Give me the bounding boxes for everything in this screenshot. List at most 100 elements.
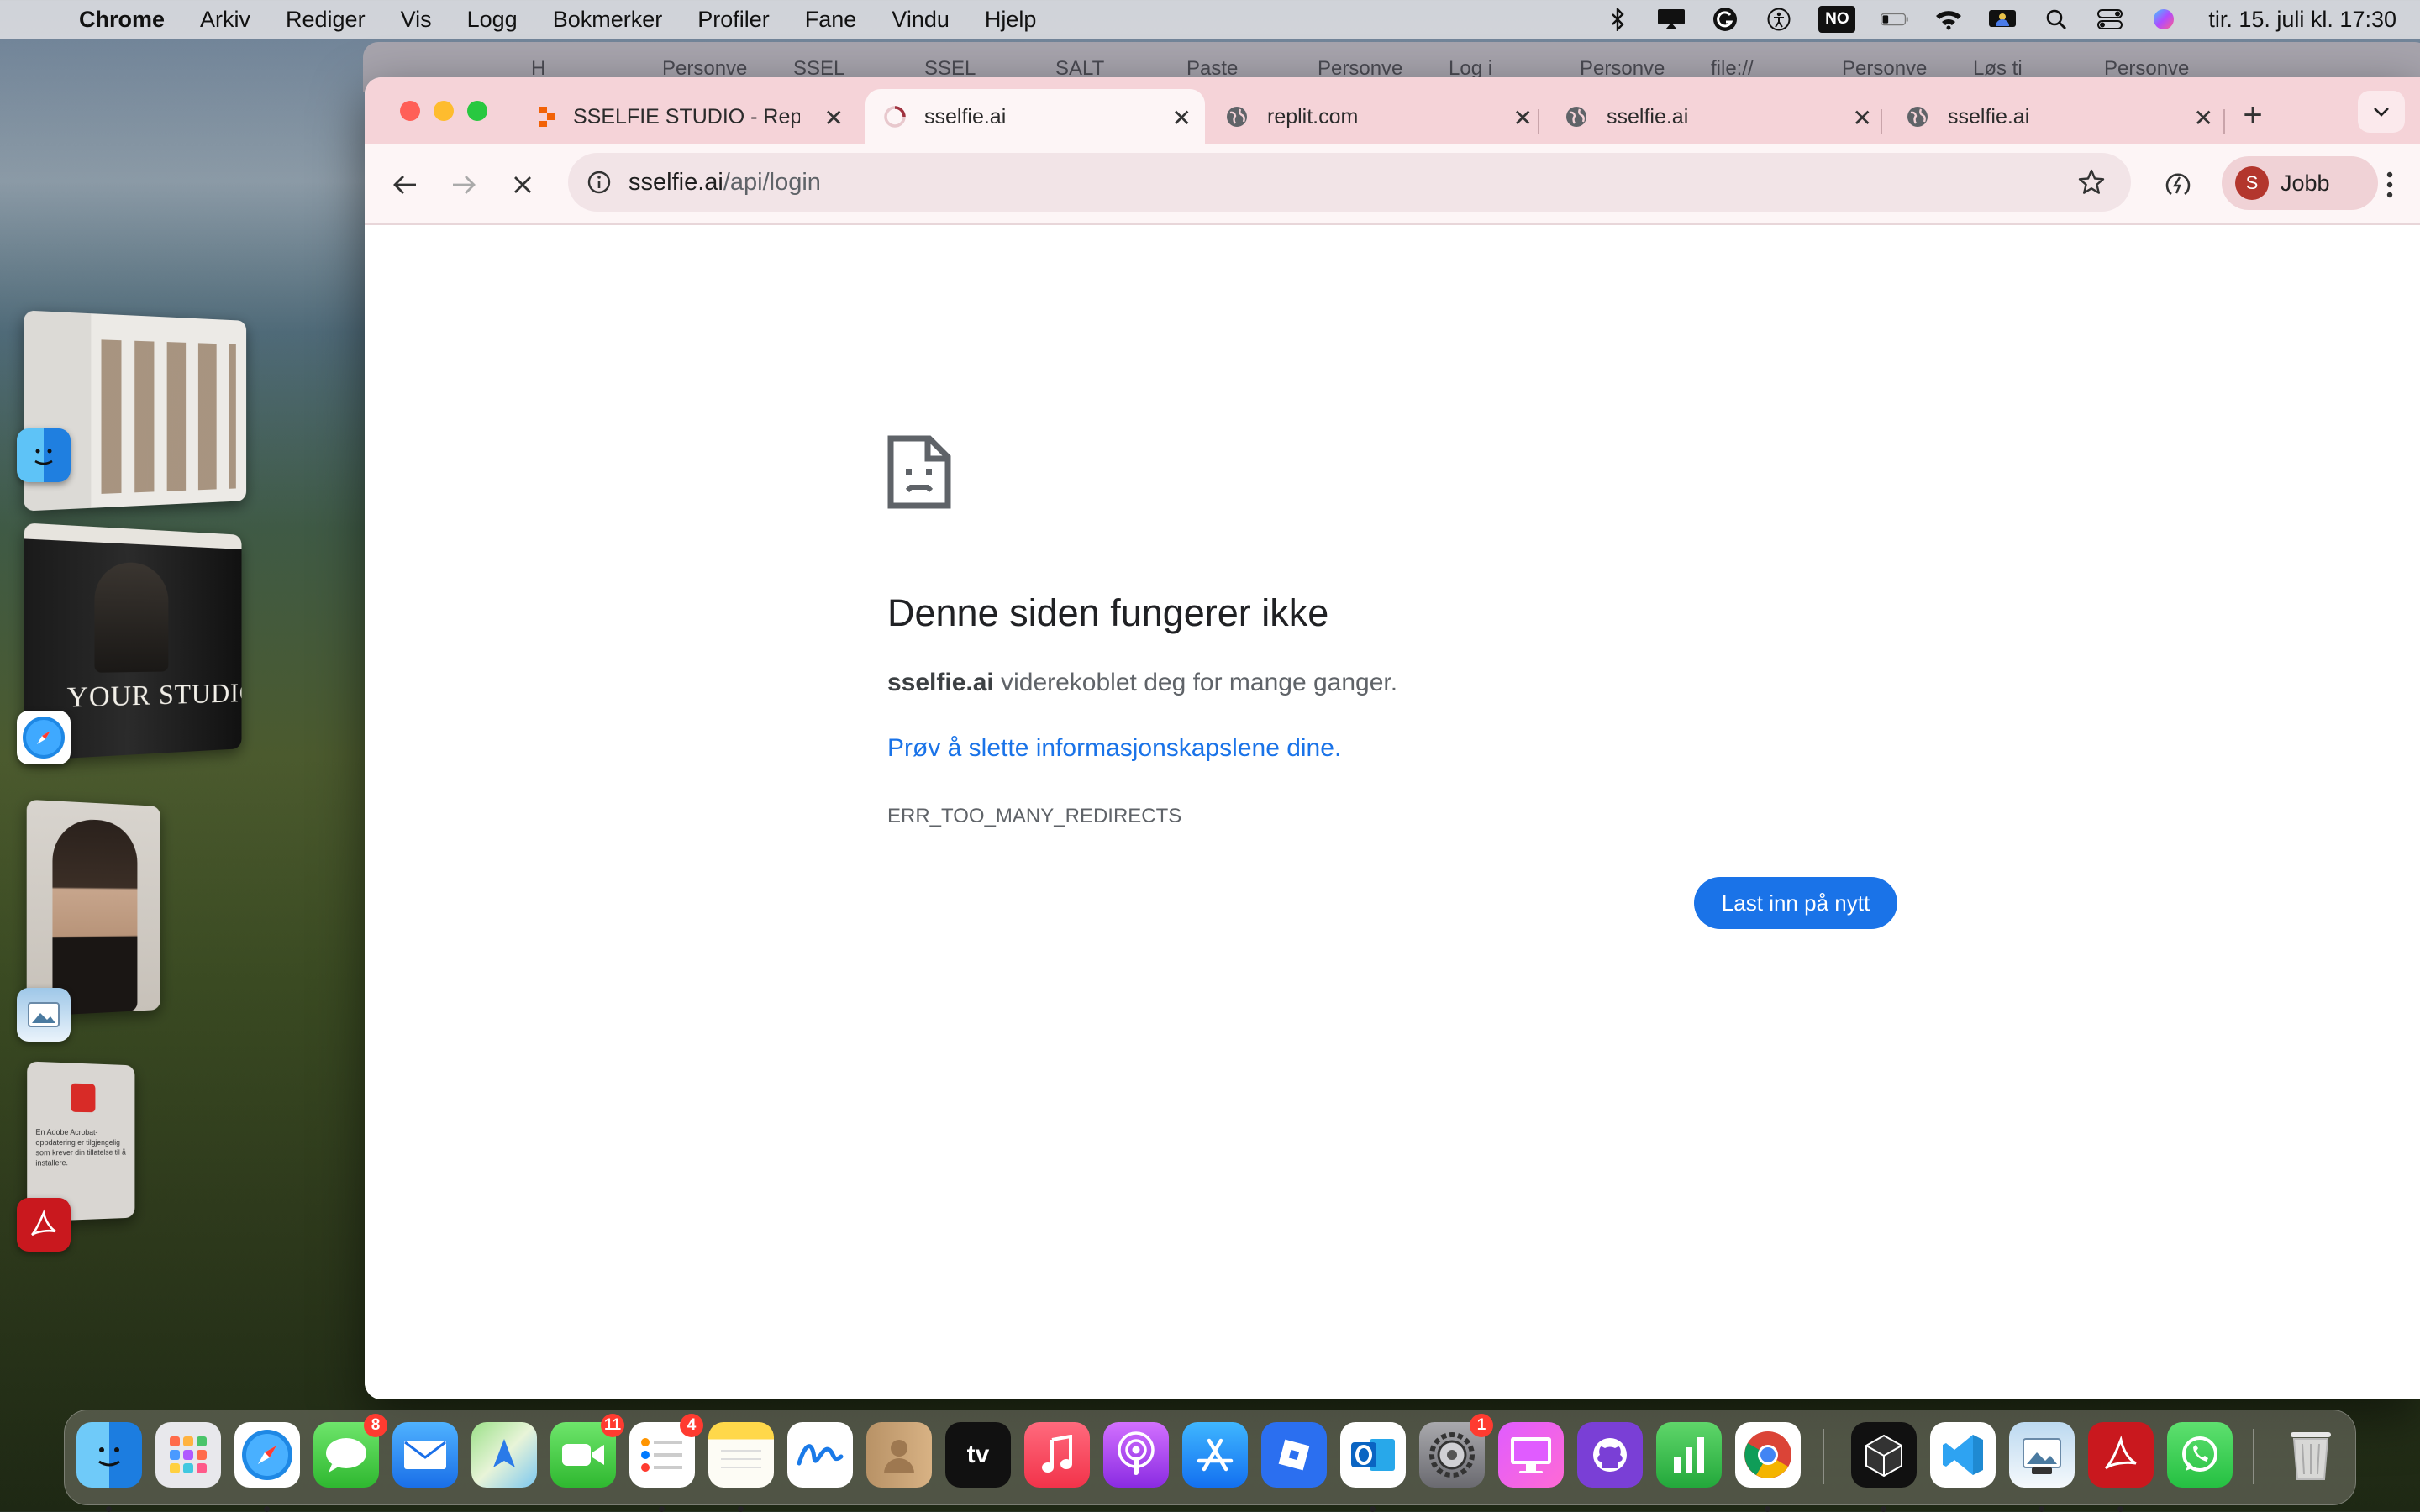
running-indicator [659, 1506, 665, 1512]
dock-whatsapp-icon[interactable] [2167, 1422, 2233, 1488]
reminders-badge: 4 [680, 1414, 703, 1437]
tab-search-chevron-icon[interactable] [2358, 91, 2405, 133]
safari-app-icon[interactable] [17, 711, 71, 764]
siri-icon[interactable] [2149, 8, 2178, 31]
tab-title: SSELFIE STUDIO - Repl [573, 104, 800, 129]
menu-profiler[interactable]: Profiler [697, 7, 770, 33]
preview-app-icon[interactable] [17, 988, 71, 1042]
bookmark-star-icon[interactable] [2077, 168, 2106, 197]
studio-thumbnail-title: YOUR STUDIO [66, 678, 242, 714]
running-indicator [106, 1506, 112, 1512]
close-tab-icon[interactable]: ✕ [824, 104, 844, 132]
close-tab-icon[interactable]: ✕ [1172, 104, 1192, 132]
bluetooth-icon[interactable] [1603, 8, 1632, 31]
close-window-button[interactable] [400, 101, 420, 121]
dock-maps-icon[interactable] [471, 1422, 537, 1488]
dock-trash-icon[interactable] [2278, 1422, 2344, 1488]
dock-contacts-icon[interactable] [866, 1422, 932, 1488]
profile-button[interactable]: S Jobb [2222, 156, 2378, 210]
menu-vindu[interactable]: Vindu [892, 7, 950, 33]
finder-app-icon[interactable] [17, 428, 71, 482]
url-path: /api/login [723, 168, 821, 196]
battery-icon[interactable] [1881, 8, 1909, 31]
forward-arrow-icon[interactable] [440, 161, 487, 208]
dock-facetime-icon[interactable]: 11 [550, 1414, 624, 1488]
tab-sselfie-active[interactable]: sselfie.ai ✕ [865, 89, 1205, 144]
address-bar[interactable]: sselfie.ai/api/login [568, 153, 2131, 212]
dock-messages-icon[interactable]: 8 [313, 1414, 387, 1488]
tab-separator [2223, 109, 2225, 134]
dock-freeform-icon[interactable] [787, 1422, 853, 1488]
dock-cursor-icon[interactable] [1851, 1422, 1917, 1512]
control-center-icon[interactable] [2096, 8, 2124, 31]
user-switch-icon[interactable] [1988, 8, 2017, 31]
running-indicator [264, 1506, 270, 1512]
back-arrow-icon[interactable] [381, 161, 429, 208]
dock-music-icon[interactable] [1024, 1422, 1090, 1488]
dock-notes-icon[interactable] [708, 1422, 774, 1512]
dock-podcasts-icon[interactable] [1103, 1422, 1169, 1488]
menu-vis[interactable]: Vis [401, 7, 432, 33]
menu-bar: Chrome Arkiv Rediger Vis Logg Bokmerker … [0, 0, 2420, 39]
dock-roblox-studio-icon[interactable] [1261, 1422, 1327, 1488]
grammarly-icon[interactable] [1711, 8, 1739, 31]
menu-rediger[interactable]: Rediger [286, 7, 366, 33]
dock-app-store-icon[interactable] [1182, 1422, 1248, 1488]
dock-imac-app-icon[interactable] [1498, 1422, 1564, 1488]
spotlight-search-icon[interactable] [2042, 8, 2070, 31]
error-code: ERR_TOO_MANY_REDIRECTS [887, 805, 1182, 827]
more-menu-icon[interactable] [2366, 161, 2413, 208]
dock-system-settings-icon[interactable]: 1 [1419, 1414, 1493, 1488]
tab-sselfie-studio[interactable]: SSELFIE STUDIO - Repl ✕ [521, 89, 857, 144]
acrobat-update-text: En Adobe Acrobat-oppdatering er tilgjeng… [35, 1127, 126, 1168]
dock-acrobat-icon[interactable] [2088, 1422, 2154, 1512]
menubar-clock[interactable]: tir. 15. juli kl. 17:30 [2208, 7, 2396, 33]
menu-app-name[interactable]: Chrome [79, 7, 165, 33]
dock-finder-icon[interactable] [76, 1422, 142, 1512]
reload-button[interactable]: Last inn på nytt [1694, 877, 1897, 929]
stop-loading-icon[interactable] [499, 161, 546, 208]
menu-arkiv[interactable]: Arkiv [200, 7, 250, 33]
tab-sselfie-3[interactable]: sselfie.ai ✕ [1891, 89, 2227, 144]
airplay-display-icon[interactable] [1657, 8, 1686, 31]
dock-outlook-icon[interactable] [1340, 1422, 1406, 1512]
wifi-icon[interactable] [1934, 8, 1963, 31]
url-domain: sselfie.ai [629, 168, 723, 196]
menu-fane[interactable]: Fane [805, 7, 857, 33]
close-tab-icon[interactable]: ✕ [1853, 104, 1872, 132]
tab-title: sselfie.ai [1948, 104, 2030, 129]
status-area: NO tir. 15. juli kl. 17:30 [1603, 0, 2396, 39]
minimize-window-button[interactable] [434, 101, 454, 121]
close-tab-icon[interactable]: ✕ [2194, 104, 2213, 132]
browser-toolbar: sselfie.ai/api/login S Jobb [365, 144, 2420, 225]
dock-vscode-icon[interactable] [1930, 1422, 1996, 1488]
dock-apple-tv-icon[interactable]: tv [945, 1422, 1011, 1488]
dock-preview-icon[interactable] [2009, 1422, 2075, 1512]
zoom-window-button[interactable] [467, 101, 487, 121]
dock-safari-icon[interactable] [234, 1422, 300, 1512]
performance-icon[interactable] [2154, 161, 2202, 208]
clear-cookies-link[interactable]: Prøv å slette informasjonskapslene dine [887, 734, 1334, 762]
menu-hjelp[interactable]: Hjelp [985, 7, 1037, 33]
replit-icon [538, 106, 556, 128]
dock-numbers-icon[interactable] [1656, 1422, 1722, 1488]
new-tab-plus-icon[interactable]: + [2232, 94, 2274, 136]
accessibility-icon[interactable] [1765, 8, 1793, 31]
dock-divider [1823, 1429, 1824, 1484]
dock-launchpad-icon[interactable] [155, 1422, 221, 1488]
dock-github-desktop-icon[interactable] [1577, 1422, 1643, 1488]
dock-chrome-icon[interactable] [1735, 1422, 1801, 1512]
tab-sselfie-2[interactable]: sselfie.ai ✕ [1549, 89, 1886, 144]
dock-reminders-icon[interactable]: 4 [629, 1414, 703, 1512]
tab-separator [1538, 109, 1539, 134]
acrobat-app-icon[interactable] [17, 1198, 71, 1252]
tab-title: sselfie.ai [924, 104, 1007, 129]
close-tab-icon[interactable]: ✕ [1513, 104, 1533, 132]
menu-bokmerker[interactable]: Bokmerker [553, 7, 663, 33]
dock-mail-icon[interactable] [392, 1422, 458, 1488]
tab-replit[interactable]: replit.com ✕ [1210, 89, 1546, 144]
menu-logg[interactable]: Logg [467, 7, 518, 33]
site-info-icon[interactable] [587, 170, 612, 195]
input-source-badge[interactable]: NO [1818, 6, 1856, 33]
portrait-photo-thumbnail[interactable] [26, 799, 161, 1017]
